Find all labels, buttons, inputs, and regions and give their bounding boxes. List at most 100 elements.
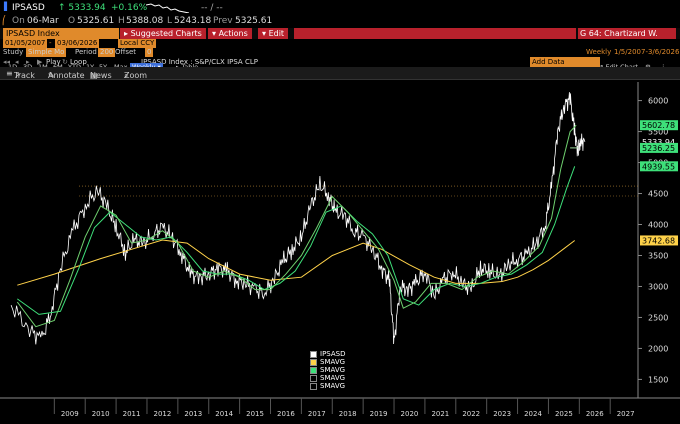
quote-high: 5388.08: [126, 16, 164, 26]
last-value-label: 5236.25: [642, 144, 675, 153]
quote-date: 06-Mar: [27, 16, 59, 26]
x-tick-label: 2014: [215, 410, 233, 418]
offset-label: Offset: [115, 48, 137, 56]
legend-label: IPSASD: [320, 350, 346, 358]
date-separator: -: [49, 39, 52, 47]
blue-marker-icon: ▌: [4, 2, 11, 11]
high-label: H: [118, 16, 125, 26]
legend-swatch: [310, 358, 317, 366]
period-field[interactable]: 200: [98, 48, 116, 57]
sparkline-icon: [146, 3, 190, 13]
start-date-field[interactable]: 01/05/2007: [3, 39, 48, 48]
frequency-label: Weekly: [586, 48, 612, 56]
series-line-3: [16, 124, 577, 328]
legend-item-smavg-3[interactable]: SMAVG: [310, 374, 345, 382]
quote-bar: ▌ IPSASD ↑ 5333.94 +0.16% -- / --: [0, 0, 680, 15]
last-value-label: 3742.68: [642, 236, 675, 245]
menu-filler: [294, 28, 576, 39]
currency-field[interactable]: Local CCY: [118, 39, 157, 48]
y-tick-label: 3500: [648, 251, 668, 260]
actions-button[interactable]: ▾ Actions: [208, 28, 252, 39]
study-field[interactable]: Simple Mo: [26, 48, 67, 57]
x-tick-label: 2019: [370, 410, 388, 418]
quote-open: 5325.61: [77, 16, 115, 26]
x-tick-label: 2024: [524, 410, 542, 418]
study-label: Study: [3, 48, 24, 56]
x-tick-label: 2021: [431, 410, 449, 418]
menu-bar: IPSASD Index ▸ Suggested Charts ▾ Action…: [0, 28, 680, 39]
y-tick-label: 4000: [648, 221, 668, 230]
legend-label: SMAVG: [320, 358, 346, 366]
quote-last-value: 5333.94: [68, 3, 106, 13]
edit-label: Edit: [268, 29, 285, 38]
x-tick-label: 2017: [308, 410, 326, 418]
legend-label: SMAVG: [320, 366, 346, 374]
suggested-charts-label: Suggested Charts: [130, 29, 202, 38]
low-label: L: [167, 16, 173, 26]
annotate-label: Annotate: [48, 71, 85, 80]
legend-swatch: [310, 350, 317, 358]
offset-field[interactable]: 0: [145, 48, 154, 57]
menu-icon[interactable]: ≡: [6, 69, 13, 78]
actions-arrow-icon: ▾: [212, 29, 217, 38]
legend-swatch: [310, 374, 317, 382]
last-value-label: 4939.55: [642, 162, 675, 171]
date-range-bar: 01/05/2007 - 03/06/2026 Local CCY: [0, 39, 680, 48]
edit-arrow-icon: ▾: [262, 29, 267, 38]
legend-swatch: [310, 382, 317, 390]
quote-low: 5243.18: [174, 16, 212, 26]
range-icon: ⎛: [2, 16, 7, 26]
series-line-0: [10, 92, 586, 345]
legend-item-smavg-4[interactable]: SMAVG: [310, 382, 345, 390]
legend-label: SMAVG: [320, 374, 346, 382]
x-tick-label: 2026: [586, 410, 604, 418]
y-tick-label: 1500: [648, 375, 668, 384]
quote-symbol: IPSASD: [12, 3, 45, 13]
last-value-label: 5602.78: [642, 121, 675, 130]
quote-last: ↑ 5333.94: [58, 3, 106, 13]
suggested-arrow-icon: ▸: [124, 29, 129, 38]
actions-label: Actions: [218, 29, 248, 38]
x-tick-label: 2013: [184, 410, 202, 418]
suggested-charts-button[interactable]: ▸ Suggested Charts: [120, 28, 206, 39]
quote-bid-ask: -- / --: [201, 3, 223, 13]
x-tick-label: 2012: [153, 410, 171, 418]
track-label: Track: [14, 71, 35, 80]
y-tick-label: 2000: [648, 344, 668, 353]
x-tick-label: 2027: [617, 410, 635, 418]
legend-item-smavg-1[interactable]: SMAVG: [310, 358, 345, 366]
legend-item-smavg-2[interactable]: SMAVG: [310, 366, 345, 374]
x-tick-label: 2009: [61, 410, 79, 418]
legend-item-ipsasd[interactable]: IPSASD: [310, 350, 345, 358]
window-title: G 64: Chartizard W.: [578, 28, 676, 39]
period-label: Period: [75, 48, 97, 56]
on-label: On: [12, 16, 25, 26]
index-name-field[interactable]: IPSASD Index: [3, 28, 119, 39]
y-tick-label: 2500: [648, 313, 668, 322]
y-tick-label: 6000: [648, 97, 668, 106]
x-tick-label: 2010: [92, 410, 110, 418]
end-date-field[interactable]: 03/06/2026: [55, 39, 100, 48]
chart-toolbar: ≡ ↗ Track ✎ Annotate ▤ News ⌕ Zoom: [0, 67, 680, 80]
series-line-2: [17, 166, 576, 315]
open-label: O: [68, 16, 76, 26]
legend-label: SMAVG: [320, 382, 346, 390]
x-tick-label: 2016: [277, 410, 295, 418]
prev-label: Prev: [213, 16, 233, 26]
chart-legend: IPSASD SMAVG SMAVG SMAVG SMAVG: [310, 350, 345, 390]
quote-change: +0.16%: [111, 3, 148, 13]
zoom-label: Zoom: [124, 71, 148, 80]
x-tick-label: 2025: [555, 410, 573, 418]
y-tick-label: 4500: [648, 190, 668, 199]
edit-button[interactable]: ▾ Edit: [258, 28, 289, 39]
x-tick-label: 2020: [401, 410, 419, 418]
x-tick-label: 2022: [462, 410, 480, 418]
study-bar: Study Simple Mo Period 200 Offset 0 Week…: [0, 48, 680, 57]
quote-prev: 5325.61: [235, 16, 273, 26]
x-tick-label: 2011: [123, 410, 141, 418]
x-tick-label: 2015: [246, 410, 264, 418]
legend-swatch: [310, 366, 317, 374]
y-tick-label: 3000: [648, 282, 668, 291]
x-tick-label: 2023: [493, 410, 511, 418]
ohlc-bar: ⎛ On 06-Mar O 5325.61 H 5388.08 L 5243.1…: [0, 15, 680, 28]
